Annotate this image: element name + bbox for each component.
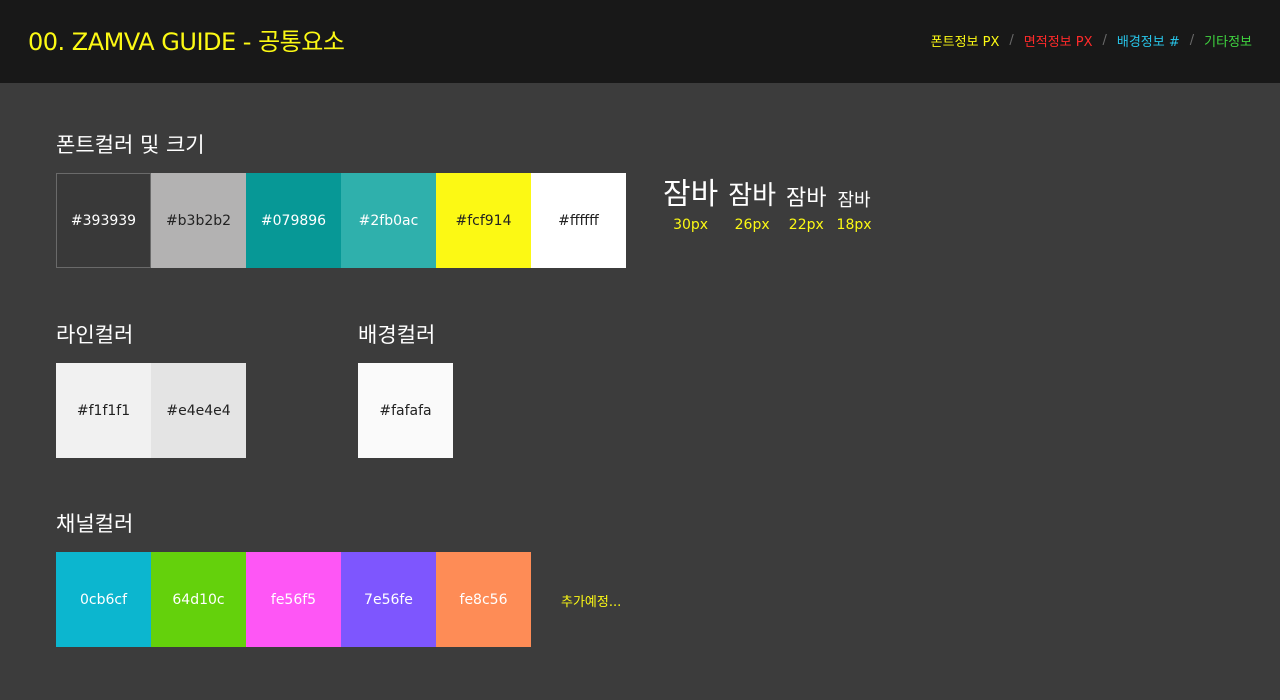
font-color-swatch: #fcf914 bbox=[436, 173, 531, 268]
channel-color-swatch: fe8c56 bbox=[436, 552, 531, 647]
nav-item-bg-info[interactable]: 배경정보 # bbox=[1117, 31, 1180, 50]
font-size-label: 22px bbox=[788, 217, 824, 233]
font-size-samples: 잠바 30px 잠바 26px 잠바 22px 잠바 18px bbox=[663, 178, 882, 233]
font-size-sample: 잠바 18px bbox=[837, 191, 872, 233]
font-size-label: 18px bbox=[836, 217, 872, 233]
line-colors-title: 라인컬러 bbox=[56, 323, 134, 347]
page-header: 00. ZAMVA GUIDE - 공통요소 폰트정보 PX / 면적정보 PX… bbox=[0, 0, 1280, 83]
font-size-label: 30px bbox=[673, 217, 709, 233]
page-title: 00. ZAMVA GUIDE - 공통요소 bbox=[28, 28, 345, 56]
channel-color-swatches: 0cb6cf 64d10c fe56f5 7e56fe fe8c56 bbox=[56, 552, 531, 647]
nav-separator: / bbox=[1189, 33, 1195, 48]
bg-color-swatch: #fafafa bbox=[358, 363, 453, 458]
font-sample-text: 잠바 bbox=[663, 177, 719, 212]
nav-item-font-info[interactable]: 폰트정보 PX bbox=[931, 31, 1000, 50]
font-color-swatch: #ffffff bbox=[531, 173, 626, 268]
font-size-sample: 잠바 22px bbox=[786, 185, 827, 233]
font-sample-text: 잠바 bbox=[837, 190, 871, 212]
font-size-label: 26px bbox=[734, 217, 770, 233]
font-color-swatch: #079896 bbox=[246, 173, 341, 268]
line-color-swatch: #e4e4e4 bbox=[151, 363, 246, 458]
more-coming-note: 추가예정... bbox=[561, 595, 622, 610]
legend-nav: 폰트정보 PX / 면적정보 PX / 배경정보 # / 기타정보 bbox=[931, 31, 1252, 50]
line-color-swatches: #f1f1f1 #e4e4e4 bbox=[56, 363, 246, 458]
nav-separator: / bbox=[1009, 33, 1014, 48]
font-size-sample: 잠바 30px bbox=[663, 178, 718, 233]
nav-item-etc-info[interactable]: 기타정보 bbox=[1204, 31, 1252, 50]
font-size-sample: 잠바 26px bbox=[728, 182, 776, 233]
font-color-swatches: #393939 #b3b2b2 #079896 #2fb0ac #fcf914 … bbox=[56, 173, 626, 268]
channel-colors-title: 채널컬러 bbox=[56, 512, 134, 536]
line-color-swatch: #f1f1f1 bbox=[56, 363, 151, 458]
bg-color-swatches: #fafafa bbox=[358, 363, 453, 458]
channel-color-swatch: 64d10c bbox=[151, 552, 246, 647]
font-sample-text: 잠바 bbox=[728, 181, 777, 212]
font-color-swatch: #b3b2b2 bbox=[151, 173, 246, 268]
channel-color-swatch: fe56f5 bbox=[246, 552, 341, 647]
font-sample-text: 잠바 bbox=[786, 185, 827, 211]
font-colors-title: 폰트컬러 및 크기 bbox=[56, 133, 205, 157]
channel-color-swatch: 0cb6cf bbox=[56, 552, 151, 647]
bg-colors-title: 배경컬러 bbox=[358, 323, 436, 347]
nav-item-area-info[interactable]: 면적정보 PX bbox=[1024, 31, 1093, 50]
font-color-swatch: #2fb0ac bbox=[341, 173, 436, 268]
font-color-swatch: #393939 bbox=[56, 173, 151, 268]
nav-separator: / bbox=[1102, 33, 1107, 48]
channel-color-swatch: 7e56fe bbox=[341, 552, 436, 647]
